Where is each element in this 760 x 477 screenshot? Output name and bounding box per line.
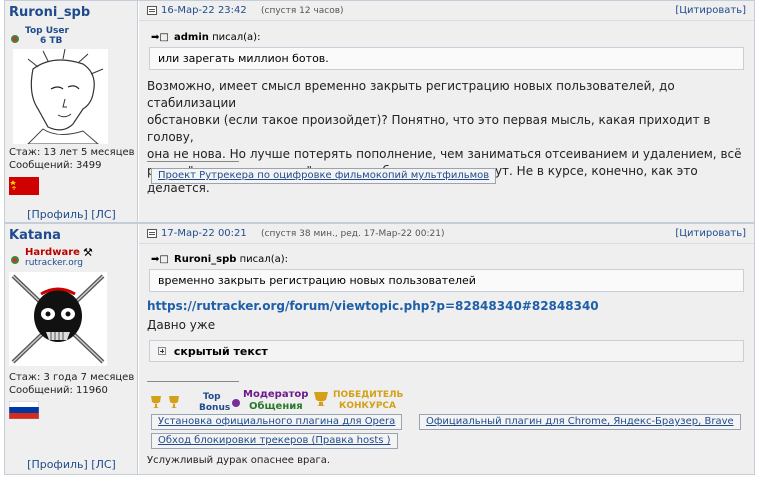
profile-links: [Профиль] [ЛС] xyxy=(5,208,138,221)
moderator-line-1: Модератор xyxy=(243,389,309,400)
post-text: Давно уже xyxy=(147,318,216,332)
post-text-line: обстановки (если такое произойдет)? Поня… xyxy=(147,113,711,144)
post-katana: Katana Hardware ⚒ rutracker.org Стаж: 3 … xyxy=(4,223,755,475)
quote-header: ➡□ admin писал(а): xyxy=(151,32,260,43)
profile-links: [Профиль] [ЛС] xyxy=(5,458,138,471)
profile-link[interactable]: [Профиль] xyxy=(27,458,88,471)
signature-divider xyxy=(147,161,239,162)
rank-line-2: 6 TB xyxy=(40,36,63,46)
signature-link[interactable]: Проект Рутрекера по оцифровке фильмокопи… xyxy=(151,168,497,184)
winner-line-2: КОНКУРСА xyxy=(339,401,397,411)
forum-thread: Ruroni_spb Top User 6 TB Стаж: 13 лет 5 … xyxy=(0,0,760,477)
winner-cup-icon xyxy=(311,390,331,412)
quote-box: временно закрыть регистрацию новых польз… xyxy=(149,269,744,292)
quote-box: или зарегать миллион ботов. xyxy=(149,47,744,70)
quote-author: Ruroni_spb xyxy=(174,254,237,265)
quote-arrow-icon: ➡□ xyxy=(151,254,169,265)
post-icon xyxy=(147,229,157,238)
author-tenure: Стаж: 3 года 7 месяцев xyxy=(9,372,135,383)
winner-line-1: ПОБЕДИТЕЛЬ xyxy=(333,390,404,400)
rank-icon xyxy=(10,29,20,43)
quote-button[interactable]: [Цитировать] xyxy=(675,228,746,239)
author-panel: Katana Hardware ⚒ rutracker.org Стаж: 3 … xyxy=(5,224,138,474)
spoiler-toggle[interactable]: скрытый текст xyxy=(149,340,744,362)
post-date[interactable]: 16-Мар-22 23:42 xyxy=(161,5,247,16)
top-bonus-line-1: Top xyxy=(203,392,221,402)
post-header: 16-Мар-22 23:42 (спустя 12 часов) [Цитир… xyxy=(139,1,754,21)
post-body: 17-Мар-22 00:21 (спустя 38 мин., ред. 17… xyxy=(139,224,754,474)
quote-header: ➡□ Ruroni_spb писал(а): xyxy=(151,254,288,265)
signature-button-chrome[interactable]: Официальный плагин для Chrome, Яндекс-Бр… xyxy=(419,414,741,430)
quote-arrow-icon: ➡□ xyxy=(151,32,169,43)
moderator-icon xyxy=(231,394,241,413)
spoiler-label: скрытый текст xyxy=(173,345,268,358)
post-ruroni: Ruroni_spb Top User 6 TB Стаж: 13 лет 5 … xyxy=(4,0,755,223)
post-header: 17-Мар-22 00:21 (спустя 38 мин., ред. 17… xyxy=(139,224,754,244)
author-message-count: Сообщений: 3499 xyxy=(9,160,102,171)
top-bonus-line-2: Bonus xyxy=(199,403,231,413)
moderator-line-2: Общения xyxy=(249,401,303,412)
quote-wrote: писал(а): xyxy=(239,254,288,265)
author-tenure: Стаж: 13 лет 5 месяцев xyxy=(9,147,135,158)
author-message-count: Сообщений: 11960 xyxy=(9,385,108,396)
post-elapsed: (спустя 12 часов) xyxy=(261,6,344,16)
trophy-icon xyxy=(149,394,185,414)
post-text-line: Возможно, имеет смысл временно закрыть р… xyxy=(147,79,675,110)
expand-icon xyxy=(158,347,166,355)
pm-link[interactable]: [ЛС] xyxy=(91,208,116,221)
country-flag xyxy=(8,400,40,420)
signature-divider xyxy=(147,381,239,382)
signature-text: Услужливый дурак опаснее врага. xyxy=(147,455,331,466)
post-elapsed: (спустя 38 мин., ред. 17-Мар-22 00:21) xyxy=(261,229,445,239)
author-nick[interactable]: Katana xyxy=(9,228,61,243)
avatar xyxy=(9,272,107,366)
signature-button-opera[interactable]: Установка официального плагина для Opera xyxy=(151,414,403,430)
quote-wrote: писал(а): xyxy=(212,32,261,43)
rank-line-1: Top User xyxy=(25,26,69,36)
post-body: 16-Мар-22 23:42 (спустя 12 часов) [Цитир… xyxy=(139,1,754,222)
author-nick[interactable]: Ruroni_spb xyxy=(9,5,90,20)
avatar xyxy=(13,48,108,145)
tools-icon: ⚒ xyxy=(83,246,93,259)
rank-line-1: Hardware xyxy=(25,247,80,258)
pm-link[interactable]: [ЛС] xyxy=(91,458,116,471)
profile-link[interactable]: [Профиль] xyxy=(27,208,88,221)
post-link[interactable]: https://rutracker.org/forum/viewtopic.ph… xyxy=(147,299,599,313)
rank-line-2: rutracker.org xyxy=(25,258,84,268)
author-panel: Ruroni_spb Top User 6 TB Стаж: 13 лет 5 … xyxy=(5,1,138,222)
quote-author: admin xyxy=(174,32,209,43)
rank-icon xyxy=(10,250,20,264)
post-icon xyxy=(147,6,157,15)
quote-button[interactable]: [Цитировать] xyxy=(675,5,746,16)
signature-button-hosts[interactable]: Обход блокировки трекеров (Правка hosts … xyxy=(151,433,398,449)
country-flag xyxy=(9,177,39,195)
post-date[interactable]: 17-Мар-22 00:21 xyxy=(161,228,247,239)
